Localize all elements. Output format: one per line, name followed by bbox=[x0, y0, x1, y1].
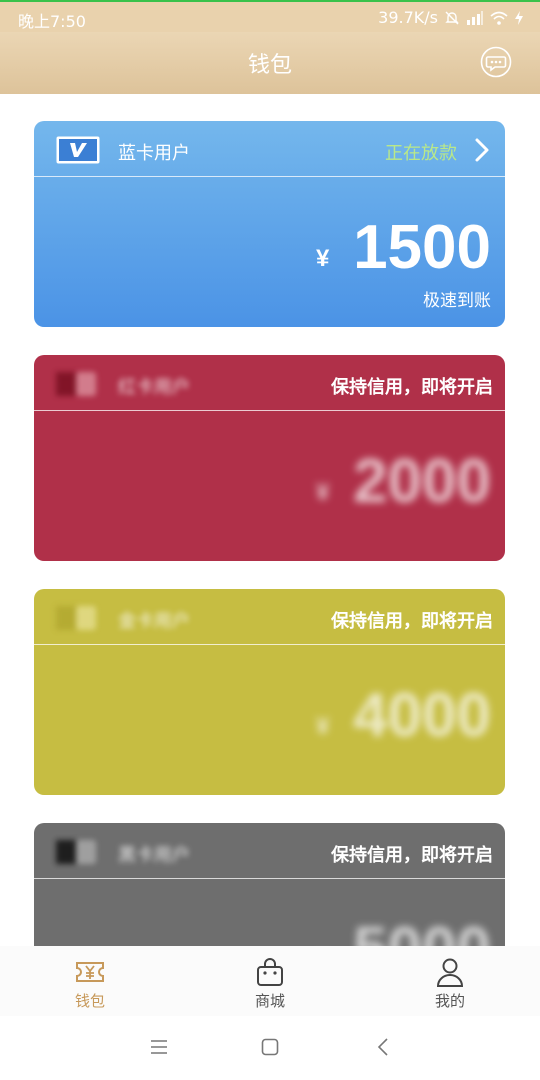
nav-item-wallet[interactable]: 钱包 bbox=[50, 956, 130, 1011]
card-yellow-status: 保持信用，即将开启 bbox=[331, 611, 493, 632]
nav-item-mall[interactable]: 商城 bbox=[230, 956, 310, 1011]
card-red-amount: 2000 bbox=[353, 447, 491, 516]
wallet-yen-icon bbox=[76, 962, 104, 982]
card-yellow-name: 金卡用户 bbox=[118, 611, 190, 632]
card-yellow-amount: 4000 bbox=[353, 681, 491, 750]
chat-bubble-icon[interactable] bbox=[480, 46, 512, 78]
card-gray-header: 黑卡用户 保持信用，即将开启 bbox=[34, 823, 505, 879]
signal-icon bbox=[467, 10, 483, 25]
net-speed: 39.7K/s bbox=[378, 8, 438, 27]
card-gray-status: 保持信用，即将开启 bbox=[331, 845, 493, 866]
card-logo-icon bbox=[56, 840, 96, 864]
back-icon[interactable] bbox=[375, 1038, 393, 1056]
nav-label-mine: 我的 bbox=[434, 992, 465, 1010]
card-yellow-currency: ¥ bbox=[316, 713, 330, 740]
card-gray-name: 黑卡用户 bbox=[118, 845, 190, 866]
card-red-status: 保持信用，即将开启 bbox=[331, 377, 493, 398]
card-blue[interactable]: 蓝卡用户 正在放款 ¥ 1500 极速到账 bbox=[34, 121, 505, 327]
system-nav-bar bbox=[0, 1016, 540, 1080]
mute-bell-icon bbox=[445, 11, 459, 24]
chevron-right-icon[interactable] bbox=[473, 136, 491, 164]
card-red-currency: ¥ bbox=[316, 479, 330, 506]
card-blue-header: 蓝卡用户 正在放款 bbox=[34, 121, 505, 177]
nav-item-mine[interactable]: 我的 bbox=[410, 956, 490, 1011]
bottom-nav: 钱包 商城 我的 bbox=[0, 946, 540, 1016]
status-icons: 39.7K/s bbox=[378, 8, 524, 27]
user-icon bbox=[436, 958, 464, 987]
card-yellow-header: 金卡用户 保持信用，即将开启 bbox=[34, 589, 505, 645]
nav-label-wallet: 钱包 bbox=[74, 992, 105, 1010]
card-blue-amount: 1500 bbox=[353, 213, 491, 282]
status-bar: 晚上7:50 39.7K/s bbox=[0, 0, 540, 32]
card-yellow[interactable]: 金卡用户 保持信用，即将开启 ¥ 4000 bbox=[34, 589, 505, 795]
v-card-logo-icon bbox=[56, 136, 100, 164]
card-logo-icon bbox=[56, 606, 96, 630]
card-red-name: 红卡用户 bbox=[118, 377, 190, 398]
menu-icon[interactable] bbox=[150, 1038, 168, 1056]
app-header: 钱包 bbox=[0, 32, 540, 94]
card-blue-status: 正在放款 bbox=[385, 143, 457, 164]
charging-icon bbox=[515, 10, 523, 25]
card-blue-subtitle: 极速到账 bbox=[423, 291, 491, 311]
nav-label-mall: 商城 bbox=[254, 992, 285, 1010]
shopping-bag-icon bbox=[257, 958, 283, 986]
card-red-header: 红卡用户 保持信用，即将开启 bbox=[34, 355, 505, 411]
card-blue-currency: ¥ bbox=[316, 245, 330, 272]
page-title: 钱包 bbox=[247, 53, 292, 78]
status-time: 晚上7:50 bbox=[18, 12, 86, 31]
card-red[interactable]: 红卡用户 保持信用，即将开启 ¥ 2000 bbox=[34, 355, 505, 561]
home-icon[interactable] bbox=[261, 1038, 279, 1056]
card-blue-name: 蓝卡用户 bbox=[118, 143, 190, 164]
wifi-icon bbox=[490, 11, 508, 25]
card-logo-icon bbox=[56, 372, 96, 396]
